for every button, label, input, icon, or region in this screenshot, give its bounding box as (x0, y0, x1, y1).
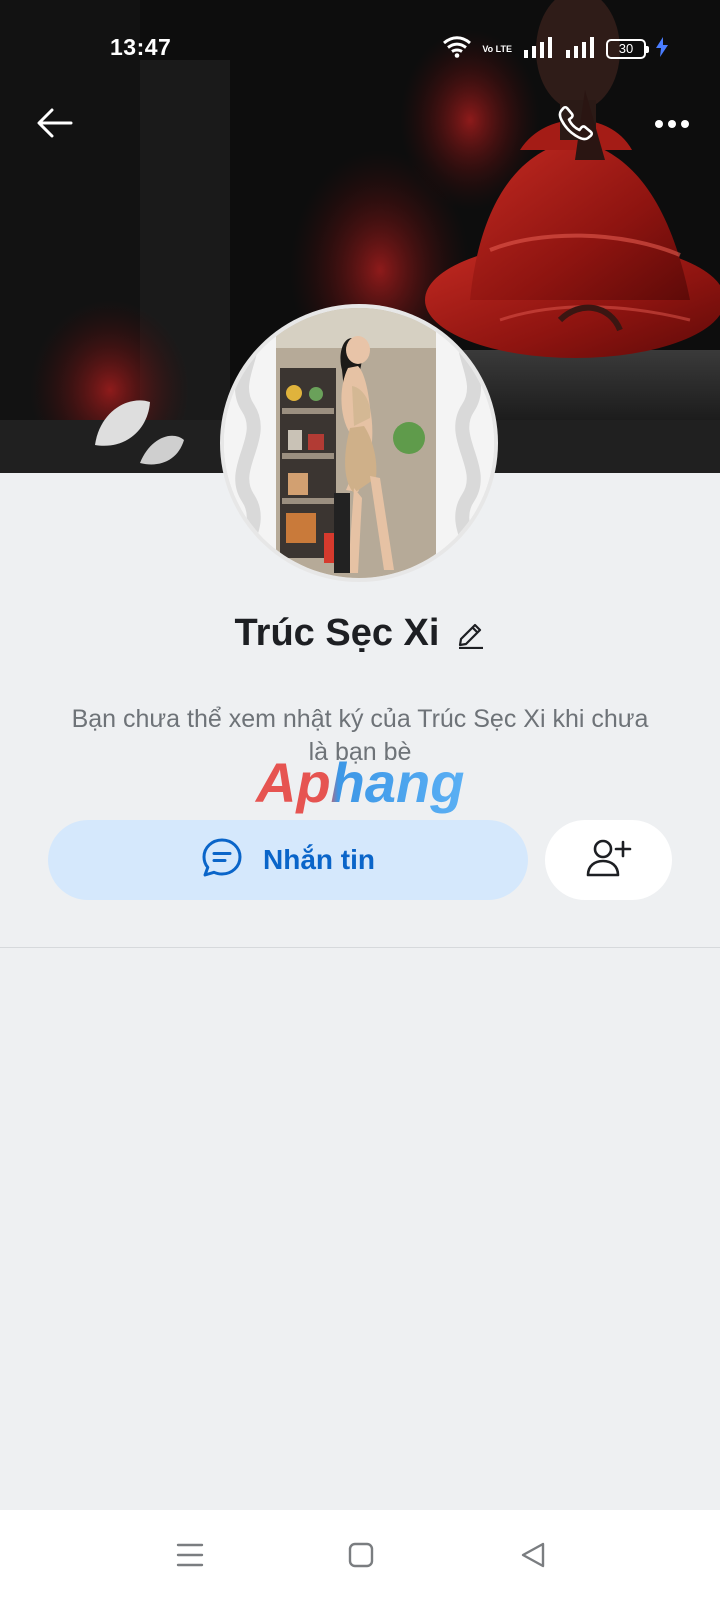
phone-icon (558, 105, 594, 146)
nav-home-button[interactable] (336, 1532, 386, 1582)
arrow-left-icon (37, 108, 73, 143)
battery-icon: 30 (606, 39, 649, 59)
wifi-icon (442, 35, 472, 64)
profile-name: Trúc Sẹc Xi (234, 612, 440, 654)
signal-icon-2 (564, 36, 596, 63)
triangle-back-icon (520, 1541, 546, 1574)
avatar-image-art (224, 308, 494, 578)
status-time: 13:47 (110, 34, 172, 60)
status-bar: 13:47 Vo LTE 30 (0, 0, 720, 96)
profile-name-row: Trúc Sẹc Xi (0, 612, 720, 655)
chat-bubble-icon (201, 837, 243, 884)
more-horizontal-icon (654, 116, 690, 134)
pencil-icon[interactable] (457, 619, 485, 649)
signal-icon (522, 36, 554, 63)
add-friend-button[interactable] (545, 820, 672, 900)
menu-icon (176, 1542, 204, 1573)
profile-screen: 13:47 Vo LTE 30 Trúc Sẹc Xi Bạn chưa thể… (0, 0, 720, 1600)
volte-indicator: Vo LTE (482, 43, 512, 54)
back-button[interactable] (30, 100, 80, 150)
privacy-message: Bạn chưa thể xem nhật ký của Trúc Sẹc Xi… (71, 705, 649, 766)
more-options-button[interactable] (645, 100, 699, 150)
send-message-button[interactable]: Nhắn tin (48, 820, 528, 900)
add-user-icon (586, 838, 632, 883)
system-nav-bar (0, 1510, 720, 1600)
call-button[interactable] (551, 100, 601, 150)
square-home-icon (348, 1542, 374, 1573)
charging-icon (656, 36, 668, 62)
status-icons: Vo LTE 30 (442, 35, 668, 64)
section-divider (0, 947, 720, 948)
profile-avatar[interactable] (224, 308, 494, 578)
nav-recent-apps-button[interactable] (165, 1532, 215, 1582)
send-message-label: Nhắn tin (263, 844, 375, 875)
nav-back-button[interactable] (508, 1532, 558, 1582)
